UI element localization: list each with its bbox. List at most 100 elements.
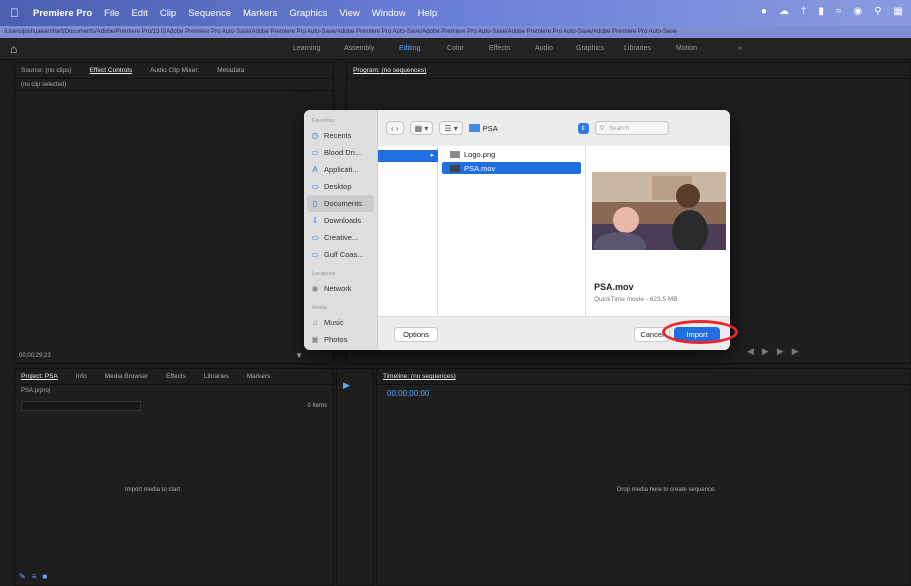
workspace-libraries[interactable]: Libraries <box>624 45 651 52</box>
project-file-name: PSA.prproj <box>21 388 51 394</box>
tab-info[interactable]: Info <box>76 373 87 380</box>
sidebar-item-music[interactable]: ♫ Music <box>304 314 377 331</box>
menu-clip[interactable]: Clip <box>160 8 176 19</box>
tab-metadata[interactable]: Metadata <box>217 67 244 74</box>
cloud-icon[interactable]: ☁ <box>779 6 789 17</box>
filter-icon[interactable]: ▼ <box>295 351 303 360</box>
tab-project[interactable]: Project: PSA <box>21 373 58 380</box>
playback-controls[interactable]: ◀▶▶▶ <box>747 346 807 357</box>
menu-markers[interactable]: Markers <box>243 8 277 19</box>
clip-status: (no clip selected) <box>21 81 67 88</box>
timeline-header: Timeline: (no sequences) <box>377 369 910 385</box>
sidebar-item-gulf-coast[interactable]: ▭ Gulf Coas... <box>304 246 377 263</box>
menu-view[interactable]: View <box>339 8 359 19</box>
workspace-editing[interactable]: Editing <box>399 45 420 52</box>
media-heading: Media <box>312 305 327 311</box>
download-icon: ⇩ <box>311 216 319 225</box>
selection-tool-icon[interactable]: ▶ <box>337 369 373 401</box>
sidebar-item-applications[interactable]: A Applicati... <box>304 161 377 178</box>
timeline-title[interactable]: Timeline: (no sequences) <box>383 373 456 380</box>
applications-icon: A <box>312 165 318 174</box>
menu-edit[interactable]: Edit <box>131 8 147 19</box>
path-bar: /Users/joshuaearnhart/Documents/Adobe/Pr… <box>0 26 911 38</box>
desktop-icon: ▭ <box>311 182 319 191</box>
effect-controls-tabs: Source: (no clips) Effect Controls Audio… <box>15 63 333 79</box>
sidebar-item-downloads[interactable]: ⇩ Downloads <box>304 212 377 229</box>
project-search-input[interactable] <box>21 401 141 411</box>
file-psa-mov[interactable]: PSA.mov <box>442 162 581 174</box>
tab-effect-controls[interactable]: Effect Controls <box>90 67 133 74</box>
folder-icon: ▭ <box>311 233 319 242</box>
back-forward-button[interactable]: ‹ › <box>386 121 404 135</box>
bolt-icon[interactable]: † <box>801 6 807 17</box>
sidebar-item-creative-cloud[interactable]: ▭ Creative... <box>304 229 377 246</box>
sidebar-item-photos[interactable]: ▣ Photos <box>304 331 377 348</box>
workspace-color[interactable]: Color <box>447 45 464 52</box>
tab-markers[interactable]: Markers <box>247 373 270 380</box>
tab-source[interactable]: Source: (no clips) <box>21 67 72 74</box>
workspace-assembly[interactable]: Assembly <box>344 45 374 52</box>
column-parent: ▸ <box>378 146 438 316</box>
folder-icon: ▭ <box>311 250 319 259</box>
wifi-icon[interactable]: ≈ <box>836 6 842 17</box>
options-button[interactable]: Options <box>394 327 438 342</box>
workspace-effects[interactable]: Effects <box>489 45 510 52</box>
file-logo-png[interactable]: Logo.png <box>442 148 581 160</box>
highlight-ring <box>662 320 738 344</box>
favorites-heading: Favorites <box>312 118 335 124</box>
menu-window[interactable]: Window <box>372 8 406 19</box>
workspace-audio[interactable]: Audio <box>535 45 553 52</box>
clip-status-row: (no clip selected) <box>15 79 333 91</box>
battery-icon[interactable]: ▮ <box>818 6 824 17</box>
sidebar-item-recents[interactable]: ◷ Recents <box>304 127 377 144</box>
menu-sequence[interactable]: Sequence <box>188 8 231 19</box>
menu-bar:  Premiere Pro File Edit Clip Sequence M… <box>0 0 911 26</box>
workspace-graphics[interactable]: Graphics <box>576 45 604 52</box>
more-workspaces-icon[interactable]: » <box>738 45 742 52</box>
siri-icon[interactable]: ◉ <box>853 6 862 17</box>
project-file-row: PSA.prproj <box>15 385 333 397</box>
video-file-icon <box>450 164 460 172</box>
search-input[interactable]: ⚲ Search <box>594 121 669 135</box>
sidebar-item-documents[interactable]: ▯ Documents <box>307 195 374 212</box>
apple-icon[interactable]:  <box>10 6 19 20</box>
document-icon: ▯ <box>312 199 318 208</box>
sidebar-item-blood-drive[interactable]: ▭ Blood Dri... <box>304 144 377 161</box>
search-icon[interactable]: ⚲ <box>874 6 881 17</box>
workspace-learning[interactable]: Learning <box>293 45 320 52</box>
tab-media-browser[interactable]: Media Browser <box>105 373 148 380</box>
selected-folder-row[interactable]: ▸ <box>378 150 438 162</box>
menu-file[interactable]: File <box>104 8 119 19</box>
home-icon[interactable]: ⌂ <box>10 42 17 56</box>
program-monitor-header: Program: (no sequences) <box>347 63 910 79</box>
app-name[interactable]: Premiere Pro <box>33 8 92 19</box>
tab-audio-clip-mixer[interactable]: Audio Clip Mixer: <box>150 67 199 74</box>
tab-libraries[interactable]: Libraries <box>204 373 229 380</box>
import-media-hint: Import media to start <box>125 487 181 493</box>
project-footer-tools[interactable]: ✎≡■ <box>19 572 53 581</box>
tools-panel: ▶ <box>336 368 374 586</box>
timeline-timecode[interactable]: 00;00;00;00 <box>387 389 429 398</box>
sidebar-item-network[interactable]: ◉ Network <box>304 280 377 297</box>
preview-file-info: QuickTime movie - 623.5 MB <box>594 296 678 303</box>
control-center-icon[interactable]: ▦ <box>894 6 903 17</box>
workspace-motion[interactable]: Motion <box>676 45 697 52</box>
current-folder: PSA <box>468 124 498 133</box>
music-icon: ♫ <box>312 318 318 327</box>
view-mode-button[interactable]: ▦ ▾ <box>409 121 434 135</box>
menu-help[interactable]: Help <box>418 8 438 19</box>
clock-icon: ◷ <box>311 131 319 140</box>
location-popup-button[interactable]: ⇕ <box>577 122 589 134</box>
menu-graphics[interactable]: Graphics <box>289 8 327 19</box>
folder-icon: ▭ <box>311 148 319 157</box>
sidebar-item-desktop[interactable]: ▭ Desktop <box>304 178 377 195</box>
group-button[interactable]: ☰ ▾ <box>439 121 463 135</box>
program-title[interactable]: Program: (no sequences) <box>353 67 426 74</box>
items-count: 0 Items <box>307 403 327 409</box>
tab-effects[interactable]: Effects <box>166 373 186 380</box>
creative-cloud-icon[interactable]: ● <box>761 6 767 17</box>
drop-media-hint: Drop media here to create sequence. <box>617 487 717 493</box>
status-tray: ● ☁ † ▮ ≈ ◉ ⚲ ▦ <box>761 6 903 17</box>
photos-icon: ▣ <box>311 335 319 344</box>
dialog-toolbar: ‹ › ▦ ▾ ☰ ▾ PSA ⇕ ⚲ Search <box>378 110 730 146</box>
